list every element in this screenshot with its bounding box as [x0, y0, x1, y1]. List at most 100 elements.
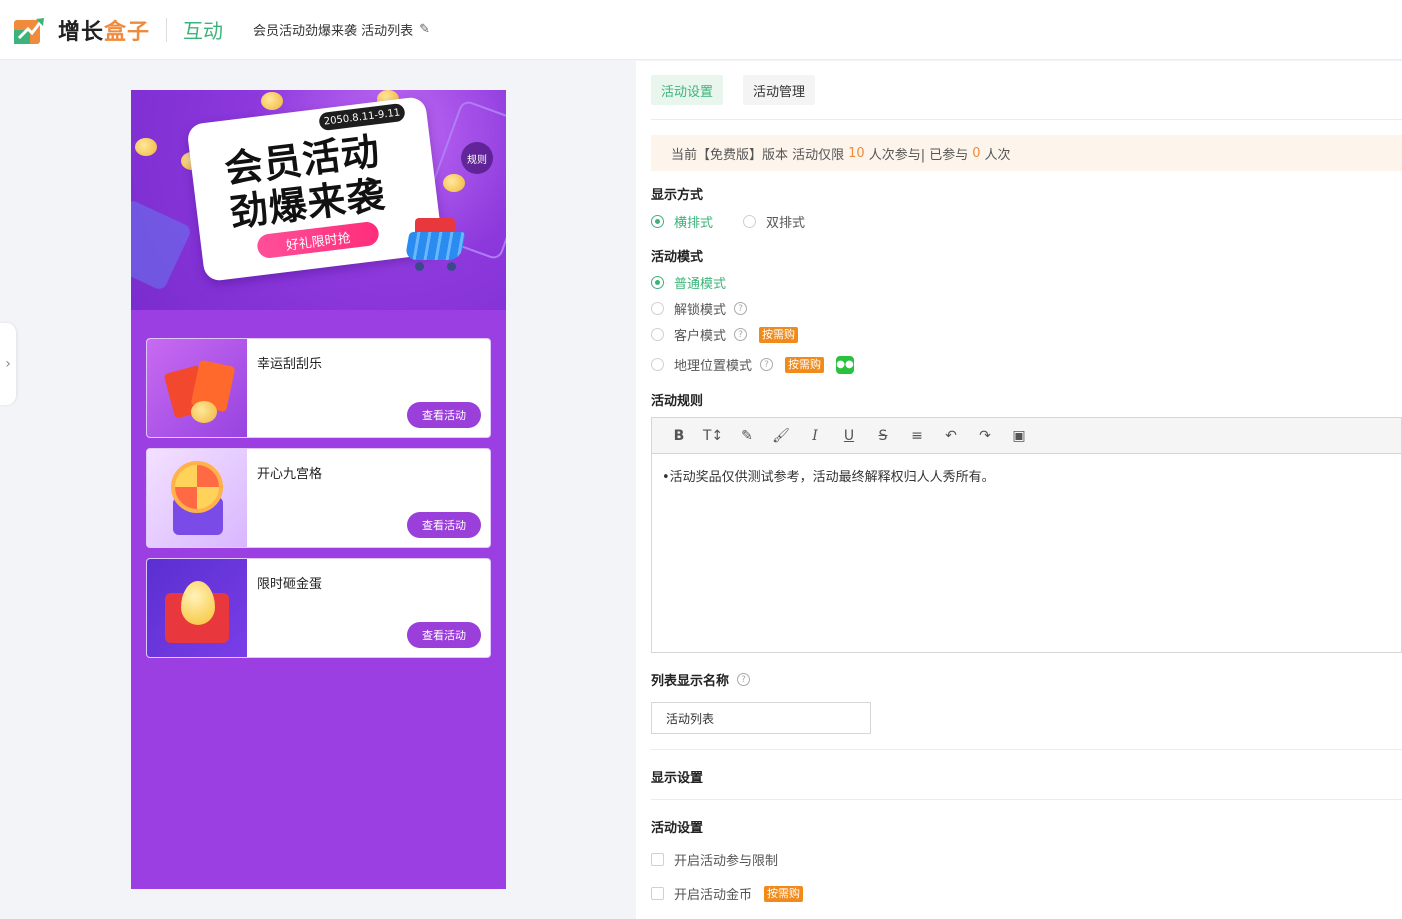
- scratch-card-thumbnail: [147, 339, 247, 437]
- brand-part2: 盒子: [104, 19, 151, 45]
- radio-label: 横排式: [674, 216, 714, 231]
- checkbox-participation-limit[interactable]: 开启活动参与限制: [651, 850, 778, 869]
- logo[interactable]: 增长盒子: [14, 14, 150, 46]
- display-settings-label[interactable]: 显示设置: [651, 767, 703, 786]
- rules-label: 活动规则: [651, 394, 704, 409]
- checkbox-label: 开启活动参与限制: [674, 854, 779, 869]
- checkbox[interactable]: [651, 853, 664, 866]
- logo-icon: [14, 17, 44, 44]
- pay-per-use-badge: 按需购: [759, 326, 799, 343]
- radio-label: 客户模式: [674, 329, 727, 344]
- list-name-label-text: 列表显示名称: [651, 674, 730, 689]
- notice-suffix: 人次: [984, 147, 1011, 163]
- module-name[interactable]: 互动: [183, 15, 223, 44]
- activity-card[interactable]: 幸运刮刮乐 查看活动: [146, 338, 491, 438]
- brand-part1: 增长: [58, 19, 105, 45]
- font-size-icon[interactable]: T↕: [696, 422, 730, 450]
- tab-activity-settings[interactable]: 活动设置: [651, 75, 724, 105]
- rules-button[interactable]: 规则: [461, 142, 493, 174]
- radio-button[interactable]: [651, 302, 664, 315]
- help-icon[interactable]: ?: [737, 673, 751, 686]
- strikethrough-icon[interactable]: S: [866, 422, 900, 450]
- activity-card[interactable]: 开心九宫格 查看活动: [146, 448, 491, 548]
- wechat-icon: ●●: [836, 355, 855, 374]
- view-activity-button[interactable]: 查看活动: [407, 622, 481, 648]
- pay-per-use-badge: 按需购: [785, 356, 825, 373]
- page-title: 会员活动劲爆来袭 活动列表 ✎: [253, 20, 430, 39]
- pay-per-use-badge: 按需购: [764, 885, 804, 902]
- display-mode-label: 显示方式: [651, 188, 704, 203]
- coin-icon: [135, 138, 157, 156]
- checkbox[interactable]: [651, 887, 664, 900]
- prize-wheel-icon: [171, 461, 223, 513]
- expand-sidebar-button[interactable]: ›: [0, 323, 16, 405]
- radio-unlock-mode[interactable]: 解锁模式 ?: [651, 299, 748, 318]
- notice-limit: 10: [848, 145, 865, 161]
- cart-wheel: [447, 262, 456, 271]
- brush-icon[interactable]: 🖌: [764, 422, 798, 450]
- radio-customer-mode[interactable]: 客户模式 ? 按需购: [651, 325, 799, 344]
- coin-icon: [443, 174, 465, 192]
- header-divider: [166, 17, 168, 42]
- mobile-preview: 2050.8.11-9.11 会员活动 劲爆来袭 好礼限时抢 规则 幸运刮刮乐 …: [131, 90, 506, 889]
- align-icon[interactable]: ≡: [900, 422, 934, 450]
- brand-name: 增长盒子: [58, 14, 150, 46]
- divider: [651, 749, 1402, 750]
- activity-name: 限时砸金蛋: [257, 577, 323, 592]
- activity-card[interactable]: 限时砸金蛋 查看活动: [146, 558, 491, 658]
- golden-egg-thumbnail: [147, 559, 247, 657]
- divider: [651, 119, 1402, 120]
- view-activity-button[interactable]: 查看活动: [407, 512, 481, 538]
- settings-panel: 活动设置 活动管理 当前【免费版】版本 活动仅限 10 人次参与| 已参与 0 …: [636, 61, 1402, 919]
- view-activity-button[interactable]: 查看活动: [407, 402, 481, 428]
- chevron-right-icon: ›: [5, 356, 11, 372]
- rules-editor: B T↕ ✎ 🖌 I U S ≡ ↶ ↷ ▣ •活动奖品仅供测试参考，活动最终解…: [651, 417, 1402, 653]
- editor-toolbar: B T↕ ✎ 🖌 I U S ≡ ↶ ↷ ▣: [652, 418, 1401, 454]
- pen-icon[interactable]: ✎: [730, 422, 764, 450]
- top-header: 增长盒子 互动 会员活动劲爆来袭 活动列表 ✎: [0, 0, 1402, 60]
- radio-label: 普通模式: [674, 277, 727, 292]
- golden-egg-icon: [181, 581, 215, 625]
- cart-basket: [404, 232, 466, 260]
- version-notice: 当前【免费版】版本 活动仅限 10 人次参与| 已参与 0 人次: [651, 135, 1402, 171]
- italic-icon[interactable]: I: [798, 422, 832, 450]
- coin-icon: [191, 401, 217, 423]
- image-icon[interactable]: ▣: [1002, 422, 1036, 450]
- activity-name: 开心九宫格: [257, 467, 323, 482]
- list-name-input[interactable]: [651, 702, 871, 734]
- tab-activity-management[interactable]: 活动管理: [743, 75, 816, 105]
- help-icon[interactable]: ?: [734, 328, 748, 341]
- display-mode-options: 横排式 双排式: [651, 212, 805, 231]
- decor-cube: [131, 198, 193, 292]
- redo-icon[interactable]: ↷: [968, 422, 1002, 450]
- radio-button[interactable]: [651, 276, 664, 289]
- radio-double[interactable]: 双排式: [743, 212, 805, 231]
- divider: [651, 799, 1402, 800]
- checkbox-activity-coins[interactable]: 开启活动金币 按需购: [651, 884, 804, 903]
- grid-lottery-thumbnail: [147, 449, 247, 547]
- radio-button[interactable]: [651, 215, 664, 228]
- radio-label: 双排式: [766, 216, 806, 231]
- bold-icon[interactable]: B: [662, 422, 696, 450]
- edit-icon[interactable]: ✎: [419, 22, 430, 37]
- help-icon[interactable]: ?: [760, 358, 774, 371]
- notice-prefix: 当前【免费版】版本 活动仅限: [671, 147, 845, 163]
- list-name-label: 列表显示名称 ?: [651, 670, 751, 689]
- radio-label: 地理位置模式: [674, 359, 753, 374]
- radio-location-mode[interactable]: 地理位置模式 ? 按需购 ●●: [651, 355, 855, 374]
- radio-horizontal[interactable]: 横排式: [651, 212, 713, 231]
- notice-middle: 人次参与| 已参与: [868, 147, 969, 163]
- radio-button[interactable]: [651, 328, 664, 341]
- radio-label: 解锁模式: [674, 303, 727, 318]
- underline-icon[interactable]: U: [832, 422, 866, 450]
- notice-used: 0: [972, 145, 981, 161]
- radio-button[interactable]: [651, 358, 664, 371]
- help-icon[interactable]: ?: [734, 302, 748, 315]
- coin-icon: [261, 92, 283, 110]
- undo-icon[interactable]: ↶: [934, 422, 968, 450]
- radio-normal-mode[interactable]: 普通模式: [651, 273, 726, 292]
- page-title-text: 会员活动劲爆来袭 活动列表: [253, 24, 414, 39]
- editor-content[interactable]: •活动奖品仅供测试参考，活动最终解释权归人人秀所有。: [652, 454, 1401, 497]
- radio-button[interactable]: [743, 215, 757, 228]
- cart-wheel: [415, 262, 424, 271]
